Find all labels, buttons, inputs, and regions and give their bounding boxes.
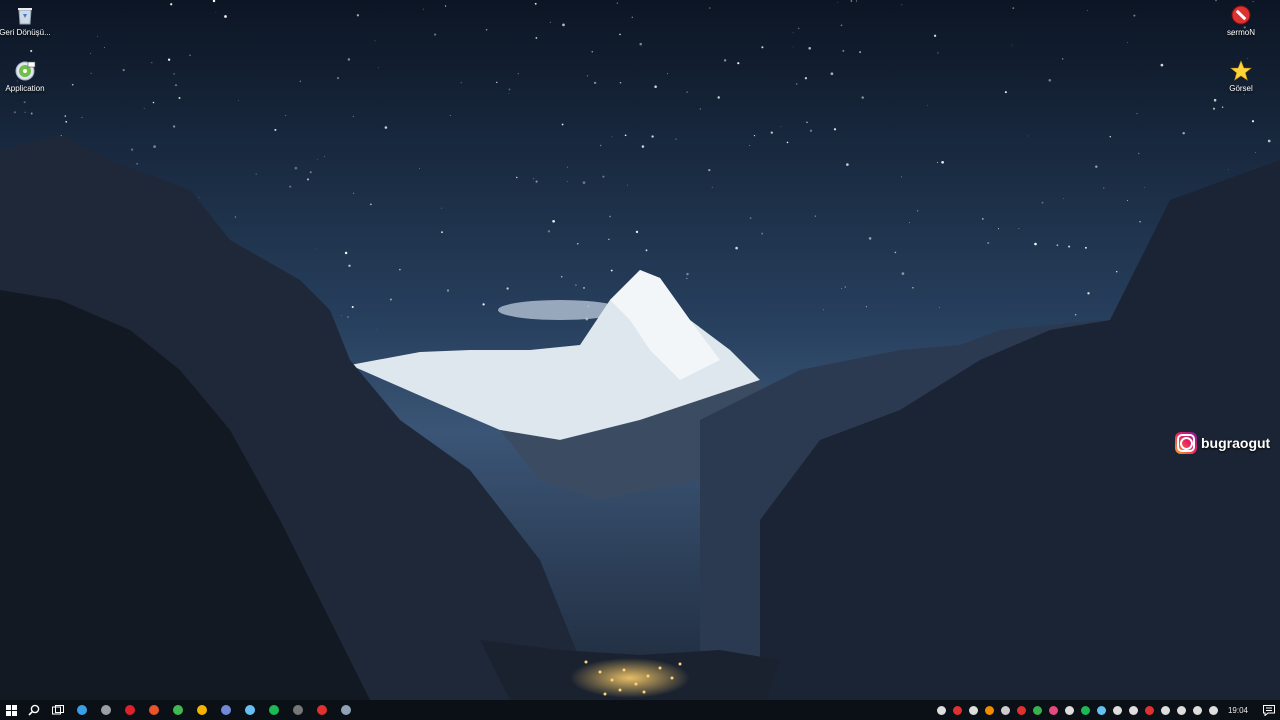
chrome-icon [197, 705, 207, 715]
notification-icon [1263, 704, 1275, 716]
tray-spotify-icon[interactable] [1078, 700, 1094, 720]
application-disc-icon [14, 60, 36, 82]
discord-app[interactable] [214, 700, 238, 720]
tray-pen-icon[interactable] [998, 700, 1014, 720]
calculator-app[interactable] [334, 700, 358, 720]
notification-center-button[interactable] [1258, 700, 1280, 720]
discord-icon [221, 705, 231, 715]
app-pink-icon [1049, 705, 1059, 715]
network-icon [1193, 705, 1203, 715]
opera-icon [125, 705, 135, 715]
desktop-wallpaper [0, 0, 1280, 720]
application-label: Application [5, 84, 45, 93]
desktop-icon-sermon[interactable]: sermoN [1211, 4, 1271, 37]
start-button[interactable] [0, 700, 22, 720]
tray-chevron-left-icon[interactable] [966, 700, 982, 720]
desktop-icon-recycle-bin[interactable]: Geri Dönüşü... [0, 4, 55, 37]
search-button[interactable] [22, 700, 46, 720]
app-white-icon [1065, 705, 1075, 715]
star-icon [1230, 60, 1252, 82]
spotify-icon [1081, 705, 1091, 715]
tray-app-white-icon[interactable] [1062, 700, 1078, 720]
app-icon [293, 705, 303, 715]
search-icon [28, 704, 40, 716]
pen-icon [1001, 705, 1011, 715]
tray-app-white-icon[interactable] [1110, 700, 1126, 720]
taskbar-clock[interactable]: 19:04 [1222, 706, 1258, 715]
microphone-icon [1177, 705, 1187, 715]
chrome-app[interactable] [190, 700, 214, 720]
tray-app-white-icon[interactable] [1158, 700, 1174, 720]
desktop-icon-application[interactable]: Application [0, 60, 55, 93]
app-white-icon [1161, 705, 1171, 715]
app-icon [173, 705, 183, 715]
spotify-app[interactable] [262, 700, 286, 720]
edge-app[interactable] [70, 700, 94, 720]
instagram-username: bugraogut [1201, 435, 1271, 451]
app-red[interactable] [310, 700, 334, 720]
recycle-bin-icon [14, 4, 36, 26]
gorsel-label: Görsel [1229, 84, 1253, 93]
tray-app-red-icon[interactable] [1014, 700, 1030, 720]
edge-icon [77, 705, 87, 715]
system-tray: 19:04 [934, 700, 1280, 720]
taskbar: 19:04 [0, 700, 1280, 720]
calculator-icon [341, 705, 351, 715]
opera-app[interactable] [118, 700, 142, 720]
app-white-icon [1113, 705, 1123, 715]
app-gray[interactable] [94, 700, 118, 720]
instagram-icon [1175, 432, 1197, 454]
tray-app-green-icon[interactable] [1030, 700, 1046, 720]
tray-microphone-icon[interactable] [1174, 700, 1190, 720]
tray-app-white-icon[interactable] [1126, 700, 1142, 720]
instagram-badge: bugraogut [1175, 430, 1270, 456]
spotify-icon [269, 705, 279, 715]
app-circle[interactable] [286, 700, 310, 720]
tray-volume-icon[interactable] [1206, 700, 1222, 720]
tray-cloud-icon[interactable] [982, 700, 998, 720]
chevron-left-icon [969, 705, 979, 715]
task-view-icon [52, 704, 64, 714]
steam-app[interactable] [238, 700, 262, 720]
tray-game-icon[interactable] [934, 700, 950, 720]
sermon-label: sermoN [1226, 28, 1255, 37]
no-entry-icon [1230, 4, 1252, 26]
app-white-icon [1129, 705, 1139, 715]
task-view-button[interactable] [46, 700, 70, 720]
steam-icon [245, 705, 255, 715]
steam-icon [1097, 705, 1107, 715]
app-icon [317, 705, 327, 715]
windows-logo-icon [5, 704, 17, 716]
tray-steam-icon[interactable] [1094, 700, 1110, 720]
tray-app-pink-icon[interactable] [1046, 700, 1062, 720]
app-red-icon [1017, 705, 1027, 715]
app-green-icon [1033, 705, 1043, 715]
app-icon [149, 705, 159, 715]
cloud-icon [985, 705, 995, 715]
settings-icon [101, 705, 111, 715]
app-green[interactable] [166, 700, 190, 720]
mic-red-icon [953, 705, 963, 715]
tray-network-icon[interactable] [1190, 700, 1206, 720]
tray-mic-red-icon[interactable] [950, 700, 966, 720]
volume-icon [1209, 705, 1219, 715]
recycle-bin-label: Geri Dönüşü... [0, 28, 51, 37]
desktop-icon-gorsel[interactable]: Görsel [1211, 60, 1271, 93]
tray-app-red-icon[interactable] [1142, 700, 1158, 720]
app-red-icon [1145, 705, 1155, 715]
game-icon [937, 705, 947, 715]
app-orange[interactable] [142, 700, 166, 720]
